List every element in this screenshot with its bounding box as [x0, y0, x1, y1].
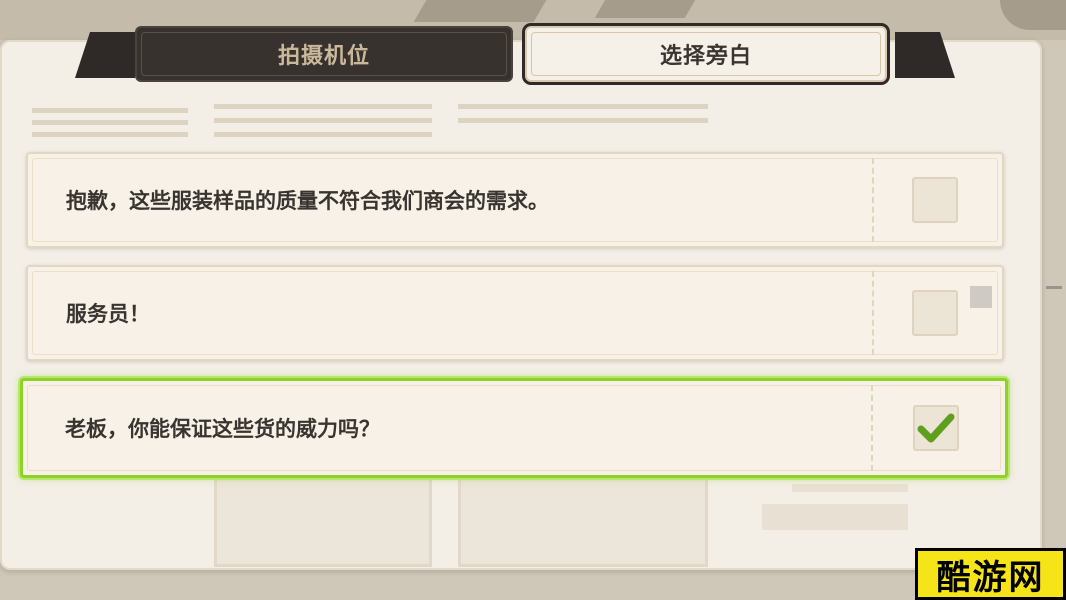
- option-checkbox[interactable]: [912, 290, 958, 336]
- decoration: [214, 104, 432, 109]
- tab-bar: 拍摄机位 选择旁白: [75, 24, 955, 86]
- decoration: [214, 118, 432, 123]
- narration-option-text: 服务员！: [66, 302, 150, 326]
- decoration: [32, 108, 188, 113]
- tab-camera-position[interactable]: 拍摄机位: [135, 26, 513, 82]
- ui-artifact: [970, 286, 992, 308]
- decoration: [214, 132, 432, 137]
- option-divider: [871, 385, 873, 471]
- background-pattern: [413, 0, 547, 22]
- decoration: [458, 104, 708, 109]
- tab-bar-right-wing: [895, 32, 955, 78]
- decoration: [214, 472, 432, 567]
- option-divider: [872, 271, 874, 355]
- decoration: [32, 132, 188, 137]
- decoration: [458, 118, 708, 123]
- narration-option-2[interactable]: 服务员！: [26, 265, 1004, 361]
- watermark-text: 酷游网: [936, 557, 1045, 598]
- checkmark-icon: [917, 413, 955, 443]
- narration-option-3[interactable]: 老板，你能保证这些货的威力吗？: [20, 378, 1008, 478]
- decoration: [762, 504, 908, 530]
- watermark-logo: 酷游网: [915, 548, 1066, 600]
- decoration: [32, 120, 188, 125]
- tab-camera-position-label: 拍摄机位: [277, 44, 370, 69]
- background-pattern: [594, 0, 696, 18]
- tab-select-narration[interactable]: 选择旁白: [525, 26, 887, 82]
- narration-option-text: 老板，你能保证这些货的威力吗？: [65, 417, 380, 441]
- ui-artifact: [1046, 286, 1062, 289]
- option-divider: [872, 158, 874, 242]
- option-checkbox[interactable]: [912, 177, 958, 223]
- option-checkbox-checked[interactable]: [913, 405, 959, 451]
- tab-bar-left-wing: [75, 32, 135, 78]
- decoration: [458, 472, 708, 567]
- narration-option-text: 抱歉，这些服装样品的质量不符合我们商会的需求。: [66, 189, 549, 213]
- tab-select-narration-label: 选择旁白: [659, 44, 752, 69]
- decoration: [792, 484, 908, 492]
- game-screen: 拍摄机位 选择旁白 抱歉，这些服装样品的质量不符合我们商会的需求。 服务员！ 老…: [0, 0, 1066, 600]
- narration-option-1[interactable]: 抱歉，这些服装样品的质量不符合我们商会的需求。: [26, 152, 1004, 248]
